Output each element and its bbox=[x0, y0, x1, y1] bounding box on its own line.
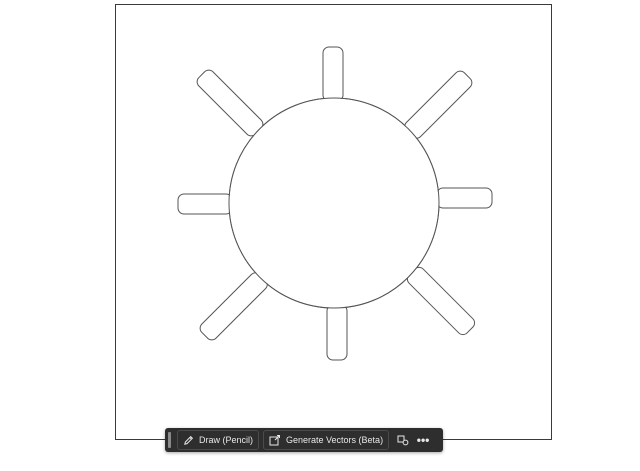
transform-options-button[interactable] bbox=[393, 431, 413, 449]
contextual-task-bar: Draw (Pencil) Generate Vectors (Beta) ••… bbox=[165, 428, 443, 452]
sun-ray bbox=[404, 70, 473, 139]
generate-vectors-icon bbox=[269, 435, 281, 446]
generate-vectors-label: Generate Vectors (Beta) bbox=[286, 435, 384, 445]
more-options-icon[interactable]: ••• bbox=[413, 431, 433, 449]
sun-ray bbox=[177, 193, 233, 215]
sun-ray bbox=[436, 187, 493, 209]
sun-ray bbox=[406, 266, 476, 336]
pencil-icon bbox=[184, 435, 194, 445]
sun-ray bbox=[196, 69, 264, 137]
draw-pencil-label: Draw (Pencil) bbox=[199, 435, 254, 445]
shapes-settings-icon bbox=[397, 435, 409, 446]
sun-circle-fill bbox=[229, 98, 439, 308]
drag-handle[interactable] bbox=[168, 432, 171, 448]
sun-artwork[interactable] bbox=[0, 0, 640, 471]
sun-ray bbox=[322, 46, 344, 102]
draw-pencil-button[interactable]: Draw (Pencil) bbox=[177, 430, 260, 450]
sun-ray bbox=[199, 272, 268, 341]
sun-ray bbox=[326, 304, 348, 361]
generate-vectors-button[interactable]: Generate Vectors (Beta) bbox=[263, 430, 390, 450]
